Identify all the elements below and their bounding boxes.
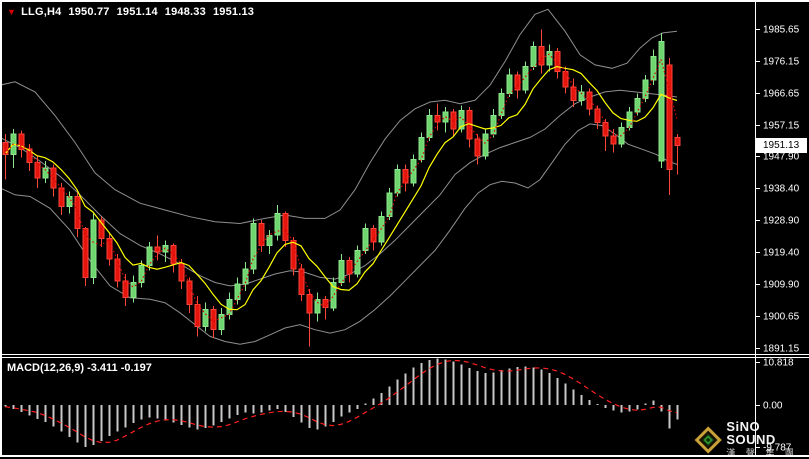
- candle: [211, 310, 216, 330]
- ohlc-close: 1951.13: [213, 6, 254, 18]
- candle: [363, 229, 368, 251]
- candle: [155, 247, 160, 252]
- candle: [531, 46, 536, 66]
- candle: [283, 213, 288, 240]
- bollinger-bands: [0, 9, 677, 344]
- candle: [299, 269, 304, 294]
- candle: [227, 299, 232, 314]
- candle: [347, 261, 352, 275]
- candle: [355, 250, 360, 274]
- candle: [435, 116, 440, 123]
- candle: [403, 170, 408, 184]
- candle: [635, 99, 640, 113]
- candle: [611, 136, 616, 144]
- candle: [163, 245, 168, 252]
- left-border: [0, 0, 2, 457]
- candle: [507, 75, 512, 94]
- candle: [131, 283, 136, 298]
- candle: [659, 41, 664, 161]
- candle: [547, 51, 552, 65]
- candle: [587, 92, 592, 109]
- candle: [107, 239, 112, 259]
- candle: [171, 245, 176, 264]
- chart-canvas[interactable]: 1985.651976.151966.651957.151947.901938.…: [0, 0, 809, 459]
- candle: [595, 109, 600, 123]
- candle: [315, 299, 320, 313]
- candle: [91, 220, 96, 277]
- candle: [387, 193, 392, 217]
- bollinger-upper-line: [0, 9, 677, 223]
- candle: [67, 197, 72, 207]
- top-border: [0, 0, 809, 2]
- panel-divider-line[interactable]: [0, 357, 809, 358]
- candle: [339, 261, 344, 283]
- candle: [603, 122, 608, 136]
- candle: [523, 67, 528, 91]
- ohlc-high: 1951.14: [117, 6, 158, 18]
- symbol-header: ▼ LLG,H4 1950.77 1951.14 1948.33 1951.13: [7, 6, 254, 18]
- candle: [179, 264, 184, 281]
- candle: [123, 281, 128, 298]
- candle: [203, 310, 208, 327]
- candle: [115, 259, 120, 281]
- macd-indicator-label: MACD(12,26,9) -3.411 -0.197: [7, 362, 152, 374]
- ohlc-open: 1950.77: [68, 6, 109, 18]
- candle: [75, 197, 80, 229]
- candle: [371, 229, 376, 243]
- symbol-dropdown-icon[interactable]: ▼: [7, 7, 16, 17]
- bollinger-middle-line: [0, 90, 677, 286]
- candle: [411, 159, 416, 183]
- candle: [195, 304, 200, 326]
- candle: [307, 294, 312, 313]
- candles-layer[interactable]: [3, 30, 680, 347]
- candle: [251, 224, 256, 270]
- candle: [483, 134, 488, 156]
- symbol-label: LLG,H4: [21, 6, 61, 18]
- candle: [275, 213, 280, 235]
- candle: [491, 116, 496, 135]
- candle: [539, 46, 544, 65]
- panel-divider-line[interactable]: [0, 354, 809, 355]
- candle: [3, 143, 8, 155]
- candle: [187, 281, 192, 305]
- candle: [235, 284, 240, 299]
- candle: [555, 51, 560, 71]
- mt4-chart-window: ▼ LLG,H4 1950.77 1951.14 1948.33 1951.13 MACD…: [0, 0, 809, 459]
- price-axis-area[interactable]: [755, 2, 809, 353]
- macd-axis-area[interactable]: [755, 359, 809, 455]
- ohlc-low: 1948.33: [165, 6, 206, 18]
- candle: [667, 65, 672, 170]
- bottom-border: [0, 455, 809, 457]
- candle: [419, 137, 424, 159]
- candle: [675, 137, 680, 145]
- candle: [475, 139, 480, 156]
- candle: [219, 315, 224, 330]
